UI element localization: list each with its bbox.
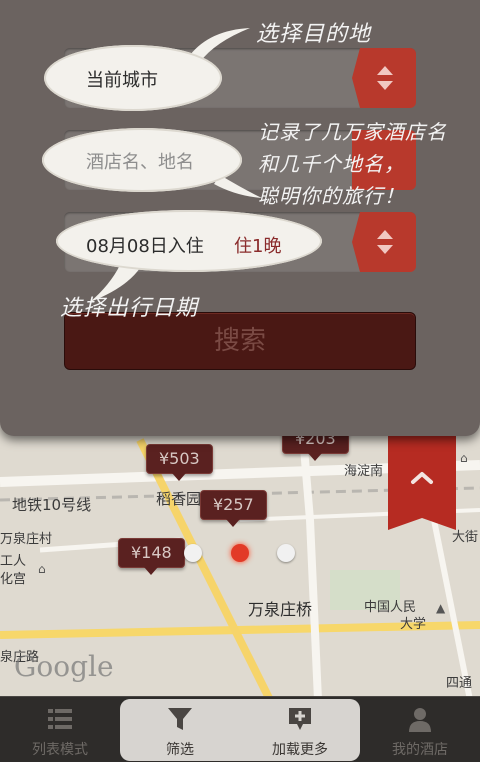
price-pin[interactable]: ¥148: [118, 538, 185, 575]
tab-my-hotels[interactable]: 我的酒店: [360, 697, 480, 762]
page-dot-active[interactable]: [231, 544, 249, 562]
annotation-choose-date: 选择出行日期: [60, 296, 199, 321]
tab-label: 我的酒店: [392, 742, 448, 758]
page-dot[interactable]: [277, 544, 295, 562]
checkin-date[interactable]: 08月08日入住: [86, 232, 204, 258]
page-dot[interactable]: [184, 544, 202, 562]
landmark-icon: ⌂: [38, 562, 46, 576]
landmark-icon: ⌂: [460, 451, 468, 465]
tab-label: 列表模式: [32, 742, 88, 758]
list-icon: [48, 709, 72, 729]
tab-list-mode[interactable]: 列表模式: [0, 697, 120, 762]
annotation-records-line3: 聪明你的旅行！: [258, 184, 405, 208]
annotation-choose-destination: 选择目的地: [256, 22, 372, 47]
map-label-culture: 化宫: [0, 572, 27, 587]
tab-label: 筛选: [166, 742, 194, 758]
city-value[interactable]: 当前城市: [86, 66, 158, 92]
nights-count[interactable]: 住1晚: [234, 232, 281, 258]
tab-bar: 列表模式 筛选 加载更多 我的酒店: [0, 696, 480, 762]
user-icon: [409, 708, 431, 732]
keyword-input[interactable]: 酒店名、地名: [86, 148, 194, 174]
tab-label: 加载更多: [272, 742, 328, 758]
collapse-map-ribbon[interactable]: [388, 430, 456, 530]
price-pin[interactable]: ¥503: [146, 444, 213, 481]
tab-filter[interactable]: 筛选: [120, 697, 240, 762]
chevron-up-icon: [411, 472, 433, 484]
map-label-daoxiang: 稻香园: [156, 490, 202, 508]
annotation-records-line2: 和几千个地名，: [258, 152, 405, 176]
map-label-sitong: 四通: [446, 676, 473, 691]
map-label-daxue: 大学: [400, 617, 427, 632]
annotation-records-line1: 记录了几万家酒店名: [258, 120, 447, 144]
school-icon: ▲: [436, 601, 446, 615]
map-label-line10: 地铁10号线: [12, 496, 92, 514]
load-more-icon: [289, 708, 311, 730]
google-logo: Google: [14, 650, 114, 683]
filter-icon: [168, 708, 192, 730]
map-label-haidian-south: 海淀南: [344, 464, 384, 479]
map-label-wanquanzhuang-village: 万泉庄村: [0, 532, 53, 547]
tab-load-more[interactable]: 加载更多: [240, 697, 360, 762]
map-label-wanquanzhuang-bridge: 万泉庄桥: [248, 600, 313, 619]
page-indicator: [184, 544, 296, 564]
price-pin[interactable]: ¥257: [200, 490, 267, 527]
map-label-gongren: 工人: [0, 554, 27, 569]
